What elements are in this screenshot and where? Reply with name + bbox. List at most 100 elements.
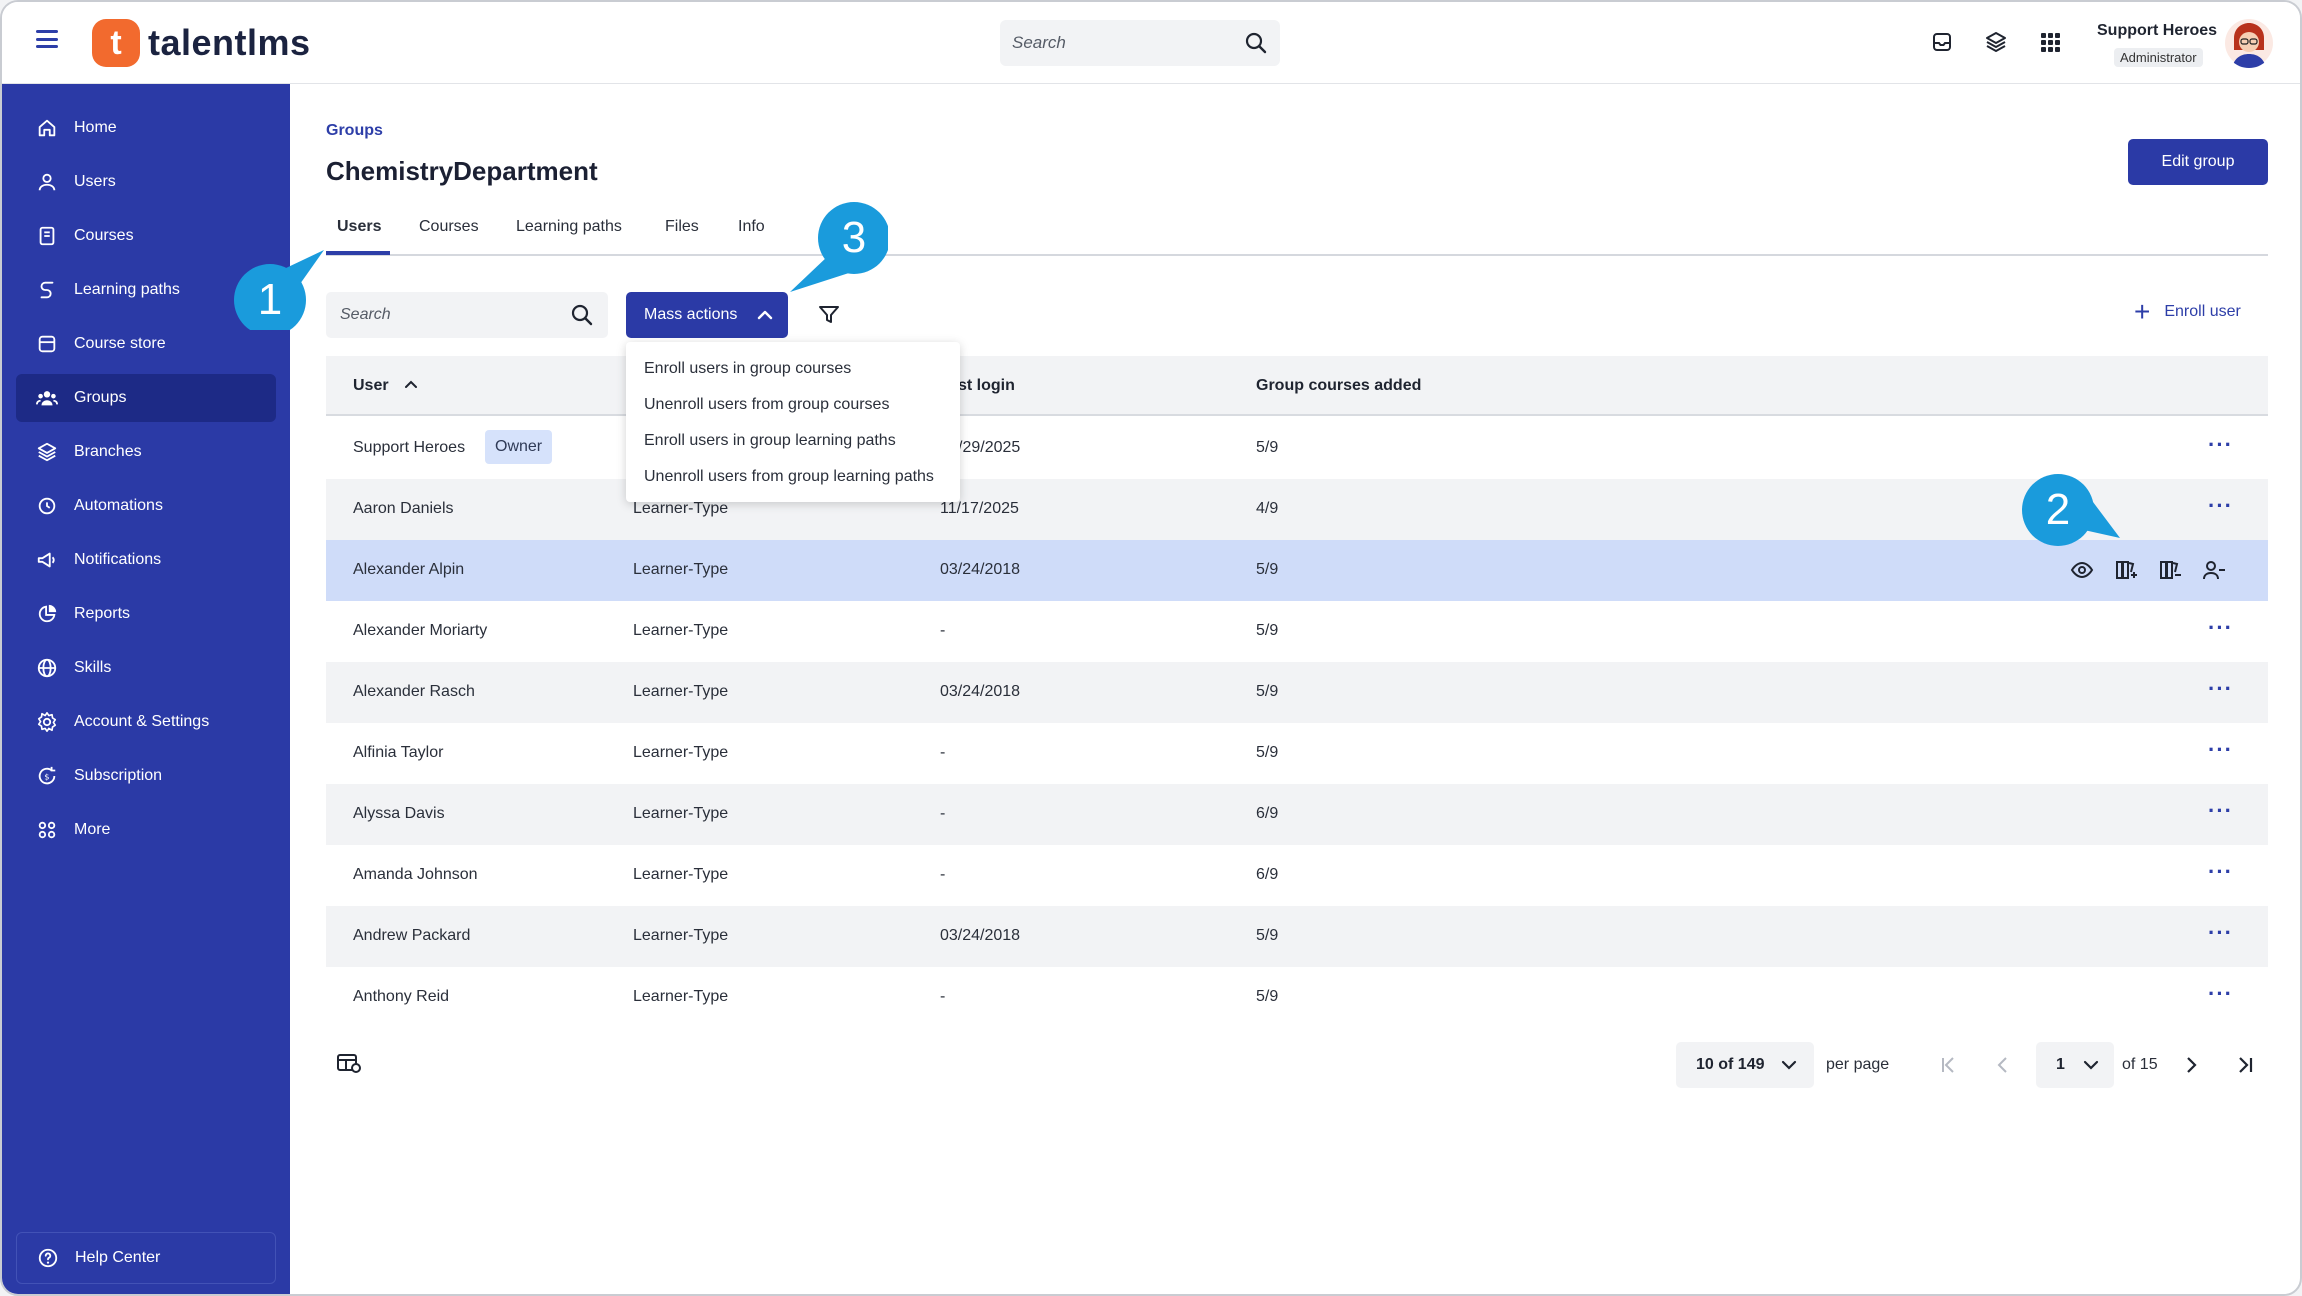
user-name-cell[interactable]: Alyssa Davis bbox=[353, 805, 445, 823]
more-options-icon[interactable]: ··· bbox=[2208, 981, 2233, 1007]
last-login-cell: - bbox=[940, 744, 946, 761]
table-row[interactable]: Support Heroes Owner /29/2025 5/9 ··· bbox=[326, 418, 2268, 479]
menu-item-enroll-paths[interactable]: Enroll users in group learning paths bbox=[644, 432, 896, 450]
group-courses-cell: 5/9 bbox=[1256, 927, 1279, 944]
prev-page-icon[interactable] bbox=[1992, 1054, 2014, 1076]
header-last-login[interactable]: st login bbox=[958, 377, 1015, 395]
tab-info[interactable]: Info bbox=[738, 218, 765, 236]
more-options-icon[interactable]: ··· bbox=[2208, 432, 2233, 458]
eye-icon[interactable] bbox=[2070, 556, 2094, 584]
path-icon bbox=[40, 281, 54, 299]
top-bar: t talentlms Search Support Heroes Admini… bbox=[2, 2, 2300, 84]
breadcrumb[interactable]: Groups bbox=[326, 122, 383, 140]
user-name-cell[interactable]: Alexander Moriarty bbox=[353, 622, 487, 640]
first-page-icon[interactable] bbox=[1938, 1054, 1960, 1076]
sidebar-item-branches[interactable]: Branches bbox=[16, 428, 276, 476]
tab-learning-paths[interactable]: Learning paths bbox=[516, 218, 622, 236]
table-row[interactable]: Andrew Packard Learner-Type 03/24/2018 5… bbox=[326, 906, 2268, 967]
help-center-button[interactable]: Help Center bbox=[16, 1232, 276, 1284]
user-type-cell: Learner-Type bbox=[633, 988, 729, 1005]
users-search-placeholder: Search bbox=[340, 306, 391, 323]
per-page-select[interactable]: 10 of 149 bbox=[1676, 1042, 1814, 1088]
sidebar-item-account-settings[interactable]: Account & Settings bbox=[16, 698, 276, 746]
group-courses-cell: 6/9 bbox=[1256, 866, 1279, 883]
user-name-cell[interactable]: Aaron Daniels bbox=[353, 500, 454, 518]
avatar[interactable] bbox=[2224, 18, 2274, 68]
plus-icon: + bbox=[2134, 296, 2151, 327]
table-settings-icon[interactable] bbox=[336, 1052, 362, 1074]
add-course-icon[interactable] bbox=[2114, 556, 2138, 584]
enroll-user-label: Enroll user bbox=[2164, 303, 2241, 320]
sidebar-item-skills[interactable]: Skills bbox=[16, 644, 276, 692]
table-row[interactable]: Alexander Rasch Learner-Type 03/24/2018 … bbox=[326, 662, 2268, 723]
global-search-placeholder: Search bbox=[1012, 33, 1066, 52]
sidebar-item-notifications[interactable]: Notifications bbox=[16, 536, 276, 584]
sidebar-item-automations[interactable]: Automations bbox=[16, 482, 276, 530]
page-select[interactable]: 1 bbox=[2036, 1042, 2114, 1088]
global-search-input[interactable]: Search bbox=[1000, 20, 1280, 66]
sidebar-item-subscription[interactable]: $ Subscription bbox=[16, 752, 276, 800]
sidebar-item-more[interactable]: More bbox=[16, 806, 276, 854]
more-options-icon[interactable]: ··· bbox=[2208, 798, 2233, 824]
more-options-icon[interactable]: ··· bbox=[2208, 676, 2233, 702]
last-page-icon[interactable] bbox=[2234, 1054, 2256, 1076]
user-name-cell[interactable]: Amanda Johnson bbox=[353, 866, 478, 884]
header-group-courses[interactable]: Group courses added bbox=[1256, 377, 1421, 395]
more-options-icon[interactable]: ··· bbox=[2208, 920, 2233, 946]
user-name-cell[interactable]: Anthony Reid bbox=[353, 988, 449, 1006]
user-name-cell[interactable]: Support Heroes bbox=[353, 439, 465, 457]
logo-mark: t bbox=[92, 19, 140, 67]
mass-actions-label: Mass actions bbox=[644, 306, 738, 323]
user-name[interactable]: Support Heroes bbox=[2097, 22, 2217, 40]
more-options-icon[interactable]: ··· bbox=[2208, 737, 2233, 763]
logo[interactable]: t talentlms bbox=[92, 18, 311, 68]
more-options-icon[interactable]: ··· bbox=[2208, 859, 2233, 885]
sidebar-item-home[interactable]: Home bbox=[16, 104, 276, 152]
table-row[interactable]: Amanda Johnson Learner-Type - 6/9 ··· bbox=[326, 845, 2268, 906]
remove-user-icon[interactable] bbox=[2202, 556, 2226, 584]
table-row[interactable]: Anthony Reid Learner-Type - 5/9 ··· bbox=[326, 967, 2268, 1028]
subscription-icon: $ bbox=[38, 766, 56, 785]
enroll-user-button[interactable]: + Enroll user bbox=[2134, 296, 2241, 327]
users-search-input[interactable]: Search bbox=[326, 292, 608, 338]
sidebar-item-groups[interactable]: Groups bbox=[16, 374, 276, 422]
table-row[interactable]: Alfinia Taylor Learner-Type - 5/9 ··· bbox=[326, 723, 2268, 784]
tab-courses[interactable]: Courses bbox=[419, 218, 479, 236]
user-name-cell[interactable]: Alexander Alpin bbox=[353, 561, 464, 579]
remove-course-icon[interactable] bbox=[2158, 556, 2182, 584]
next-page-icon[interactable] bbox=[2180, 1054, 2202, 1076]
menu-item-unenroll-paths[interactable]: Unenroll users from group learning paths bbox=[644, 468, 934, 486]
menu-icon[interactable] bbox=[36, 30, 58, 48]
user-name-cell[interactable]: Andrew Packard bbox=[353, 927, 470, 945]
menu-item-enroll-courses[interactable]: Enroll users in group courses bbox=[644, 360, 851, 378]
mass-actions-menu: Enroll users in group courses Unenroll u… bbox=[626, 342, 960, 502]
more-options-icon[interactable]: ··· bbox=[2208, 493, 2233, 519]
callout-number: 1 bbox=[257, 275, 283, 324]
last-login-cell: - bbox=[940, 866, 946, 883]
more-options-icon[interactable]: ··· bbox=[2208, 615, 2233, 641]
megaphone-icon bbox=[37, 552, 55, 568]
header-user[interactable]: User bbox=[353, 377, 419, 395]
table-row[interactable]: Alexander Moriarty Learner-Type - 5/9 ··… bbox=[326, 601, 2268, 662]
user-name-cell[interactable]: Alfinia Taylor bbox=[353, 744, 443, 762]
table-row[interactable]: Alyssa Davis Learner-Type - 6/9 ··· bbox=[326, 784, 2268, 845]
user-name-cell[interactable]: Alexander Rasch bbox=[353, 683, 475, 701]
table-row-highlighted[interactable]: Alexander Alpin Learner-Type 03/24/2018 … bbox=[326, 540, 2268, 601]
sidebar-item-reports[interactable]: Reports bbox=[16, 590, 276, 638]
gear-icon bbox=[37, 712, 57, 732]
table-row[interactable]: Aaron Daniels Learner-Type 11/17/2025 4/… bbox=[326, 479, 2268, 540]
sort-ascending-icon bbox=[405, 380, 418, 388]
tab-files[interactable]: Files bbox=[665, 218, 699, 236]
search-icon[interactable] bbox=[570, 303, 594, 327]
filter-icon[interactable] bbox=[818, 304, 840, 326]
inbox-icon[interactable] bbox=[1930, 30, 1954, 54]
edit-group-button[interactable]: Edit group bbox=[2128, 139, 2268, 185]
mass-actions-button[interactable]: Mass actions bbox=[626, 292, 788, 338]
sidebar-item-users[interactable]: Users bbox=[16, 158, 276, 206]
menu-item-unenroll-courses[interactable]: Unenroll users from group courses bbox=[644, 396, 889, 414]
apps-grid-icon[interactable] bbox=[2038, 30, 2062, 54]
search-icon[interactable] bbox=[1244, 31, 1268, 55]
home-icon bbox=[38, 119, 56, 137]
tab-users[interactable]: Users bbox=[337, 218, 381, 236]
layers-icon[interactable] bbox=[1984, 30, 2008, 54]
